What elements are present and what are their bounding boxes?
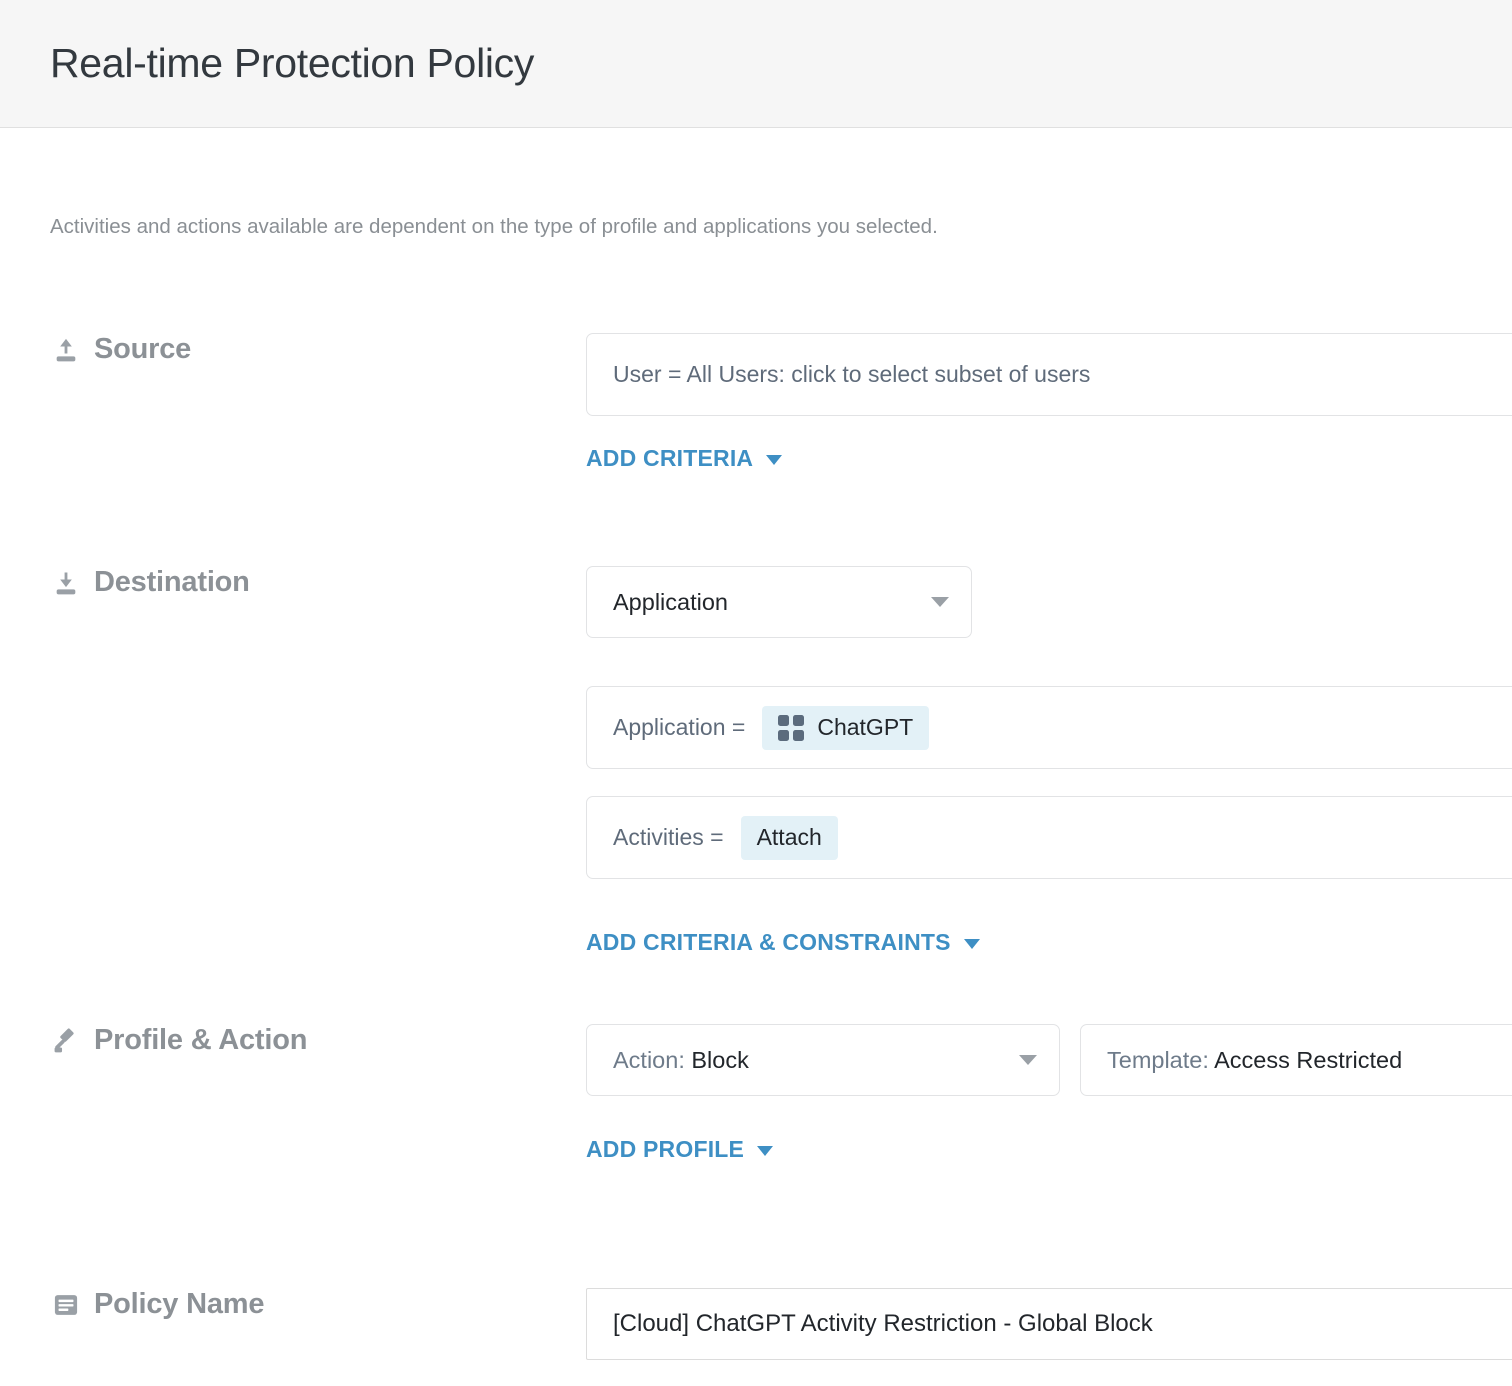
chevron-down-icon bbox=[963, 939, 980, 949]
page-header: Real-time Protection Policy bbox=[0, 0, 1512, 128]
chevron-down-icon bbox=[766, 455, 783, 465]
policy-name-label-group: Policy Name bbox=[0, 1288, 573, 1321]
destination-type-value: Application bbox=[613, 588, 728, 615]
template-select[interactable]: Template: Access Restricted bbox=[1080, 1024, 1512, 1096]
destination-label-group: Destination bbox=[0, 566, 573, 599]
action-select-value: Block bbox=[691, 1046, 749, 1073]
source-user-criteria-box[interactable]: User = All Users: click to select subset… bbox=[586, 333, 1512, 416]
policy-name-input[interactable] bbox=[586, 1288, 1512, 1360]
policy-name-label: Policy Name bbox=[94, 1288, 265, 1320]
destination-type-select[interactable]: Application bbox=[586, 566, 972, 638]
source-label: Source bbox=[94, 333, 192, 365]
source-section: Source User = All Users: click to select… bbox=[0, 333, 1512, 471]
chevron-down-icon bbox=[1019, 1055, 1037, 1065]
chevron-down-icon bbox=[757, 1146, 774, 1156]
add-profile-button[interactable]: ADD PROFILE bbox=[586, 1136, 774, 1163]
page-title: Real-time Protection Policy bbox=[50, 39, 535, 86]
destination-activities-key: Activities = bbox=[613, 824, 724, 850]
page-body: Activities and actions available are dep… bbox=[0, 128, 1512, 1385]
profile-action-label-group: Profile & Action bbox=[0, 1024, 573, 1057]
policy-name-section: Policy Name bbox=[0, 1288, 1512, 1360]
destination-section: Destination Application Application = Ch… bbox=[0, 566, 1512, 955]
intro-description: Activities and actions available are dep… bbox=[50, 215, 938, 238]
add-criteria-button[interactable]: ADD CRITERIA bbox=[586, 445, 783, 472]
add-criteria-label: ADD CRITERIA bbox=[586, 445, 754, 471]
add-criteria-constraints-label: ADD CRITERIA & CONSTRAINTS bbox=[586, 929, 951, 955]
chevron-down-icon bbox=[931, 597, 949, 607]
destination-application-key: Application = bbox=[613, 714, 746, 740]
template-select-value: Access Restricted bbox=[1214, 1046, 1403, 1073]
activities-chip[interactable]: Attach bbox=[740, 815, 838, 860]
gavel-icon bbox=[52, 1027, 80, 1055]
action-select[interactable]: Action: Block bbox=[586, 1024, 1060, 1096]
upload-icon bbox=[52, 336, 80, 364]
download-icon bbox=[52, 569, 80, 597]
template-select-prefix: Template: bbox=[1107, 1046, 1209, 1073]
profile-action-section: Profile & Action Action: Block Template:… bbox=[0, 1024, 1512, 1162]
app-grid-icon bbox=[778, 714, 805, 741]
source-user-criteria-text: User = All Users: click to select subset… bbox=[613, 361, 1091, 387]
application-chip-label: ChatGPT bbox=[817, 714, 914, 740]
destination-label: Destination bbox=[94, 566, 250, 598]
destination-activities-criteria-box[interactable]: Activities = Attach bbox=[586, 796, 1512, 879]
application-chip[interactable]: ChatGPT bbox=[762, 705, 930, 750]
action-select-prefix: Action: bbox=[613, 1046, 685, 1073]
add-criteria-constraints-button[interactable]: ADD CRITERIA & CONSTRAINTS bbox=[586, 929, 980, 956]
activities-chip-label: Attach bbox=[756, 824, 822, 850]
profile-action-label: Profile & Action bbox=[94, 1024, 308, 1056]
source-label-group: Source bbox=[0, 333, 573, 366]
add-profile-label: ADD PROFILE bbox=[586, 1136, 745, 1162]
destination-application-criteria-box[interactable]: Application = ChatGPT bbox=[586, 686, 1512, 769]
document-icon bbox=[52, 1291, 80, 1319]
